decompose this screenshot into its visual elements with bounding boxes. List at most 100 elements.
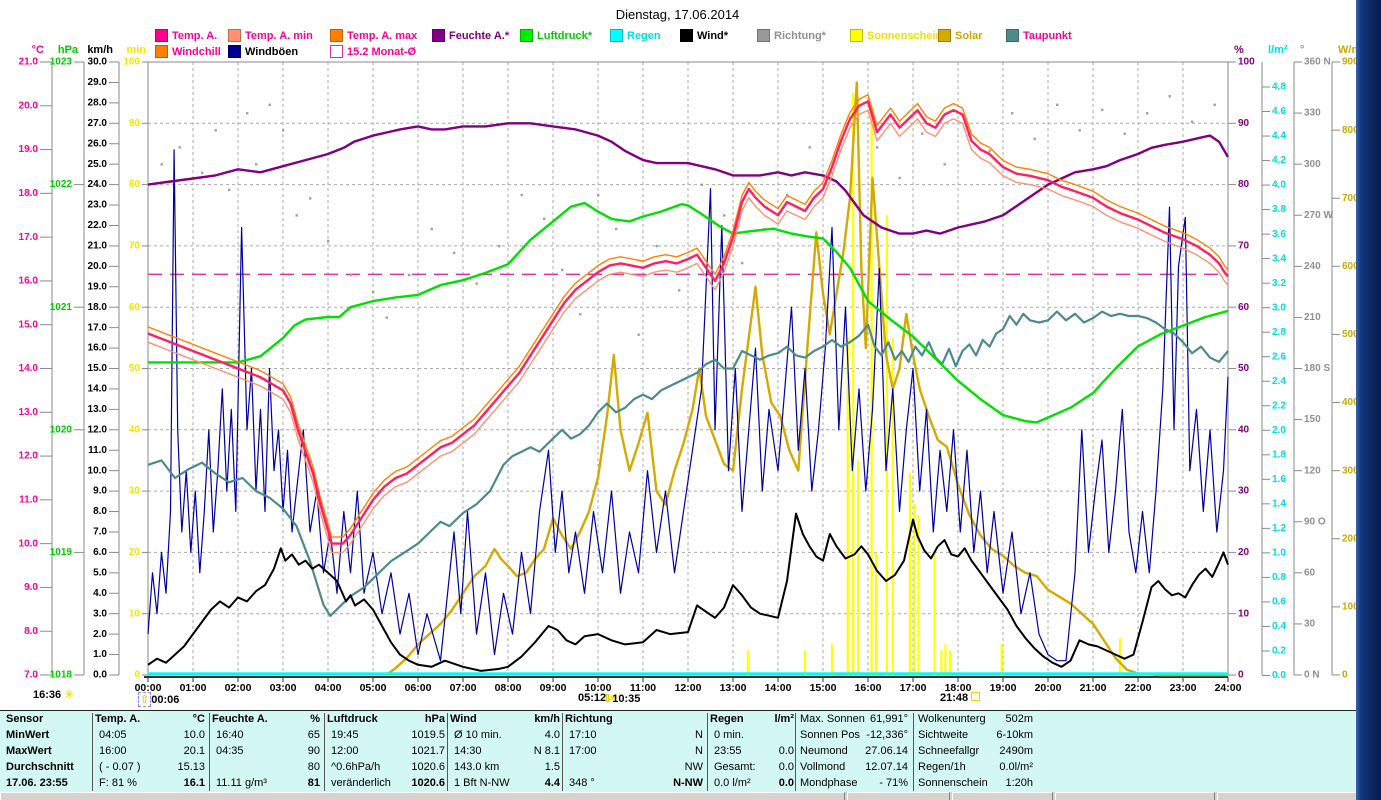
axis-tick-label: km/h: [87, 44, 113, 56]
axis-tick-label: 240: [1304, 261, 1321, 272]
table-column-temp-a-: Temp. A. °C 04:05 10.0 16:00 20.1 ( - 0.07 ) 15…: [95, 711, 205, 793]
direction-dot: [943, 163, 946, 166]
status-segment: [1055, 792, 1215, 800]
axis-tick-label: 12.0: [19, 451, 39, 462]
column-header: Richtung: [565, 713, 613, 725]
axis-tick-label: 01:00: [180, 682, 207, 694]
axis-tick-label: 22:00: [1125, 682, 1152, 694]
table-divider: [913, 713, 914, 791]
axis-tick-label: 08:00: [495, 682, 522, 694]
status-segment: [847, 792, 950, 800]
axis-tick-label: 210: [1304, 312, 1321, 323]
cell-time: 04:05: [99, 729, 127, 741]
axis-tick-label: 50: [129, 363, 141, 374]
cell-time: [212, 759, 216, 775]
cell-value: 0.0: [778, 777, 794, 789]
axis-tick-label: 30: [1304, 619, 1316, 630]
axis-tick-label: 27.0: [88, 118, 108, 129]
axis-tick-label: 1.0: [93, 649, 107, 660]
row-label: MaxWert: [6, 745, 52, 757]
direction-dot: [543, 217, 546, 221]
axis-tick-label: 03:00: [270, 682, 297, 694]
direction-dot: [1078, 129, 1081, 132]
column-unit: %: [310, 713, 320, 725]
desktop-background-strip: [1356, 0, 1381, 800]
info-value: 61,991°: [869, 713, 908, 725]
axis-tick-label: 05:00: [360, 682, 387, 694]
axis-tick-label: 28.0: [88, 98, 108, 109]
axis-tick-label: 330: [1304, 108, 1321, 119]
info-value: 0.0l/m²: [999, 761, 1033, 773]
cell-value: N: [695, 729, 703, 741]
cell-time: 04:35: [216, 745, 244, 757]
column-unit: hPa: [424, 713, 445, 725]
info-label: Wolkenunterg: [918, 713, 986, 725]
axis-tick-label: 70: [129, 241, 141, 252]
axis-tick-label: 1.4: [1272, 498, 1286, 509]
axis-tick-label: 21:00: [1080, 682, 1107, 694]
axis-tick-label: 04:00: [315, 682, 342, 694]
column-header: Temp. A.: [95, 713, 141, 725]
axis-tick-label: 4.0: [1272, 180, 1286, 191]
direction-dot: [876, 146, 879, 149]
axis-tick-label: °C: [32, 44, 44, 56]
axis-tick-label: 1.8: [1272, 449, 1286, 460]
info-value: 6-10km: [996, 729, 1033, 741]
axis-tick-label: 20.0: [19, 100, 39, 111]
axis-tick-label: 0.0: [1272, 670, 1286, 681]
cell-value: 0.0: [778, 745, 794, 757]
axis-tick-label: 09:00: [540, 682, 567, 694]
cell-time: 19:45: [331, 729, 359, 741]
cell-value: N 8.1: [533, 745, 560, 757]
axis-tick-label: 19.0: [19, 144, 39, 155]
status-segment: [0, 792, 845, 800]
info-label: Neumond: [800, 745, 848, 757]
axis-tick-label: 0: [1238, 670, 1244, 681]
direction-dot: [430, 227, 433, 231]
axis-tick-label: 2.0: [1272, 425, 1286, 436]
axis-tick-label: 02:00: [225, 682, 252, 694]
cell-value: 80: [307, 761, 320, 773]
axis-tick-label: 15.0: [88, 363, 108, 374]
cell-time: 16:00: [99, 745, 127, 757]
direction-dot: [678, 289, 681, 292]
axis-tick-label: 1020: [50, 424, 73, 435]
axis-tick-label: 14:00: [765, 682, 792, 694]
direction-dot: [372, 290, 375, 294]
axis-tick-label: 2.6: [1272, 351, 1286, 362]
cell-time: 17:10: [569, 729, 597, 741]
axis-tick-label: 90: [129, 118, 141, 129]
cell-time: Ø 10 min.: [454, 729, 502, 741]
axis-tick-label: 23.0: [88, 200, 108, 211]
status-bar: [0, 792, 1357, 800]
axis-tick-label: 13:00: [720, 682, 747, 694]
axis-tick-label: 10: [1238, 608, 1250, 619]
direction-dot: [1191, 120, 1194, 123]
column-unit: km/h: [534, 713, 560, 725]
axis-tick-label: 9.0: [93, 486, 107, 497]
direction-dot: [615, 227, 618, 231]
direction-dot: [637, 333, 640, 336]
info-value: 12.07.14: [865, 761, 908, 773]
cell-time: 14:30: [454, 745, 482, 757]
axis-tick-label: 14.0: [88, 384, 108, 395]
direction-dot: [655, 244, 658, 248]
row-label: Sensor: [6, 713, 44, 725]
axis-tick-label: 5.0: [93, 567, 107, 578]
axis-tick-label: 06:00: [405, 682, 432, 694]
axis-tick-label: 90: [1238, 118, 1250, 129]
axis-tick-label: 25.0: [88, 159, 108, 170]
direction-dot: [228, 188, 231, 192]
direction-dot: [385, 316, 388, 319]
direction-dot: [255, 163, 258, 166]
axis-tick-label: 11.0: [19, 494, 38, 505]
column-header: Feuchte A.: [212, 713, 268, 725]
direction-dot: [408, 273, 411, 277]
axis-tick-label: 2.2: [1272, 400, 1286, 411]
direction-dot: [1011, 112, 1014, 115]
direction-dot: [268, 103, 271, 106]
axis-tick-label: 18.0: [88, 302, 108, 313]
axis-tick-label: 14.0: [19, 363, 39, 374]
axis-tick-label: 4.2: [1272, 155, 1286, 166]
direction-dot: [349, 273, 352, 277]
